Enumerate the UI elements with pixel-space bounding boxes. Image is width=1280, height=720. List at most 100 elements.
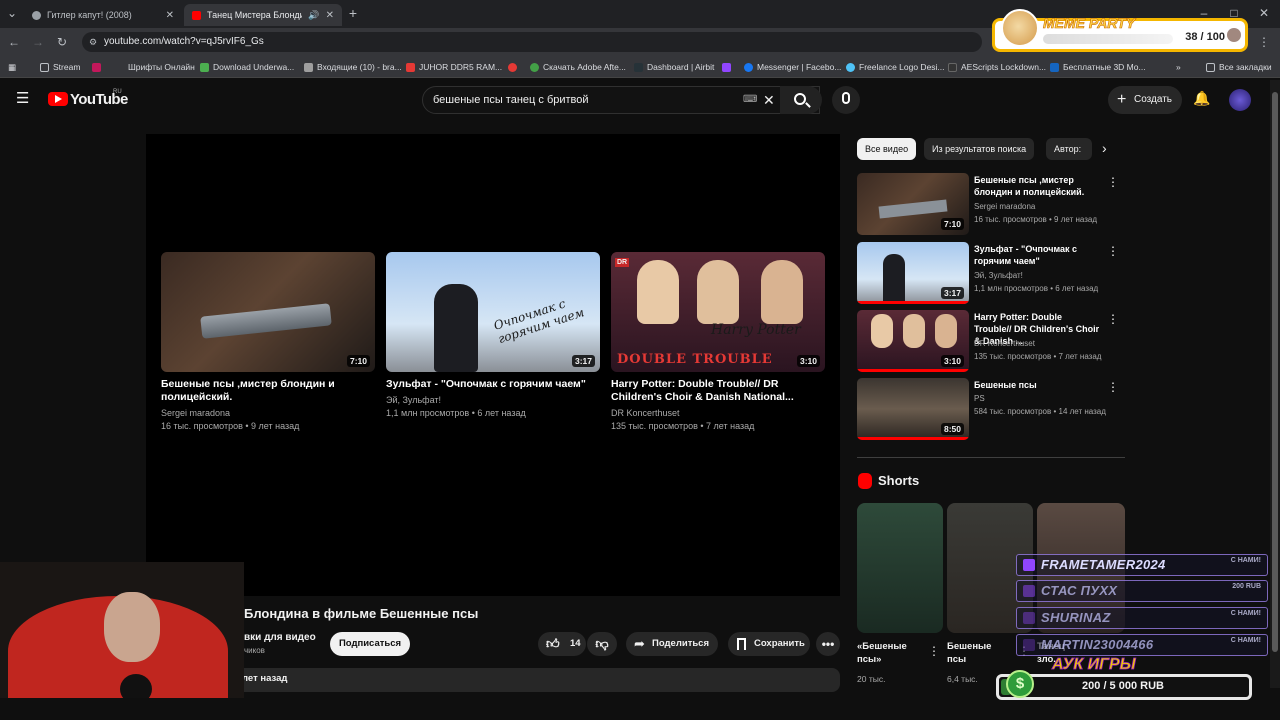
bookmark-item[interactable]: Бесплатные 3D Mo... <box>1050 60 1146 74</box>
video-thumbnail[interactable]: DR Harry Potter DOUBLE TROUBLE 3:10 <box>611 252 825 372</box>
short-title[interactable]: «Бешеные псы» <box>857 640 927 666</box>
channel-name[interactable]: PS <box>974 394 985 403</box>
back-icon[interactable]: ← <box>6 34 22 50</box>
menu-icon[interactable]: ☰ <box>16 91 32 106</box>
like-button[interactable]: 👍︎ 14 <box>538 632 586 656</box>
bookmarks-overflow-icon[interactable]: » <box>1176 60 1181 74</box>
notifications-bell-icon[interactable]: 🔔 <box>1193 90 1210 107</box>
more-actions-button[interactable]: ••• <box>816 632 840 656</box>
voice-search-button[interactable] <box>832 86 860 114</box>
endscreen-video-card[interactable]: Очпочмак с горячим чаем 3:17 Зульфат - "… <box>386 252 600 420</box>
money-bag-icon: $ <box>1006 670 1034 698</box>
close-icon[interactable]: ✕ <box>326 10 334 21</box>
bookmark-item[interactable]: AEScripts Lockdown... <box>948 60 1046 74</box>
bookmark-item[interactable]: Stream <box>40 60 80 74</box>
address-input[interactable]: ⚙ youtube.com/watch?v=qJ5rvIF6_Gs <box>82 32 982 52</box>
video-title[interactable]: Бешеные псы <box>974 379 1100 391</box>
tab-search-icon[interactable]: ⌄ <box>4 5 20 21</box>
meme-progress-bar <box>1043 34 1173 44</box>
channel-name[interactable]: Эй, Зульфат! <box>974 271 1023 280</box>
chevron-right-icon[interactable]: › <box>1102 140 1107 156</box>
close-icon[interactable]: ✕ <box>166 10 174 21</box>
video-thumbnail[interactable]: 7:10 <box>161 252 375 372</box>
chip-all-videos[interactable]: Все видео <box>857 138 917 160</box>
channel-name[interactable]: Sergei maradona <box>161 407 375 420</box>
video-title[interactable]: Harry Potter: Double Trouble// DR Childr… <box>611 378 825 404</box>
url-text: youtube.com/watch?v=qJ5rvIF6_Gs <box>104 36 264 47</box>
video-meta: 135 тыс. просмотров • 7 лет назад <box>974 352 1102 361</box>
subscribe-button[interactable]: Подписаться <box>330 632 410 656</box>
search-button[interactable] <box>780 86 822 114</box>
new-tab-icon[interactable]: + <box>345 5 361 21</box>
bookmark-item[interactable]: Шрифты Онлайн <box>128 60 195 74</box>
video-title[interactable]: Бешеные псы ,мистер блондин и полицейски… <box>974 174 1100 198</box>
endscreen-video-card[interactable]: DR Harry Potter DOUBLE TROUBLE 3:10 Harr… <box>611 252 825 433</box>
video-title[interactable]: Зульфат - "Очпочмак с горячим чаем" <box>386 378 600 391</box>
save-button[interactable]: Сохранить <box>728 632 810 656</box>
video-title[interactable]: Зульфат - "Очпочмак с горячим чаем" <box>974 243 1100 267</box>
channel-name[interactable]: вки для видео <box>244 632 316 643</box>
more-vert-icon[interactable]: ⋮ <box>1107 380 1119 394</box>
chip-author[interactable]: Автор: <box>1046 138 1092 160</box>
bookmark-item[interactable]: Скачать Adobe Afte... <box>530 60 626 74</box>
video-duration: 8:50 <box>940 423 964 435</box>
channel-name[interactable]: Эй, Зульфат! <box>386 394 600 407</box>
reload-icon[interactable]: ↻ <box>54 34 70 50</box>
bookmark-item[interactable]: Dashboard | Airbit <box>634 60 714 74</box>
endscreen-video-card[interactable]: 7:10 Бешеные псы ,мистер блондин и полиц… <box>161 252 375 433</box>
video-player[interactable]: 7:10 Бешеные псы ,мистер блондин и полиц… <box>146 134 840 596</box>
site-info-icon[interactable]: ⚙ <box>89 32 97 52</box>
more-vert-icon[interactable]: ⋮ <box>1107 312 1119 326</box>
more-vert-icon[interactable]: ⋮ <box>1107 244 1119 258</box>
more-vert-icon[interactable]: ⋮ <box>1107 175 1119 189</box>
bookmark-item[interactable]: Messenger | Facebo... <box>744 60 841 74</box>
share-button[interactable]: ➦ Поделиться <box>626 632 718 656</box>
channel-name[interactable]: DR Koncerthuset <box>611 407 825 420</box>
youtube-logo-icon[interactable] <box>48 92 68 106</box>
bookmark-item[interactable]: Входящие (10) - bra... <box>304 60 402 74</box>
scrollbar-thumb[interactable] <box>1272 92 1278 652</box>
browser-tab-active[interactable]: Танец Мистера Блондина 🔊 ✕ <box>184 4 342 26</box>
bookmark-item[interactable]: Freelance Logo Desi... <box>846 60 945 74</box>
short-thumbnail[interactable] <box>857 503 943 633</box>
scrollbar[interactable] <box>1270 80 1280 688</box>
dislike-button[interactable]: 👎︎ <box>587 632 617 656</box>
keyboard-icon[interactable]: ⌨ <box>743 87 757 113</box>
auction-progress-text: 200 / 5 000 RUB <box>1082 680 1164 692</box>
video-thumbnail[interactable]: 3:17 <box>857 242 969 304</box>
search-input[interactable]: бешеные псы танец с бритвой ⌨ ✕ <box>422 86 820 114</box>
create-button[interactable]: + Создать <box>1108 86 1182 114</box>
window-close-icon[interactable]: ✕ <box>1256 5 1272 21</box>
video-title[interactable]: Бешеные псы ,мистер блондин и полицейски… <box>161 378 375 404</box>
description-box[interactable]: лет назад <box>146 668 840 692</box>
video-thumbnail[interactable]: 7:10 <box>857 173 969 235</box>
channel-name[interactable]: DR Koncerthuset <box>974 339 1035 348</box>
bookmark-item[interactable]: Download Underwa... <box>200 60 294 74</box>
related-video[interactable]: 8:50 Бешеные псы PS 584 тыс. просмотров … <box>857 378 1127 440</box>
apps-icon[interactable]: ▦ <box>8 60 16 74</box>
chip-from-search[interactable]: Из результатов поиска <box>924 138 1035 160</box>
short-title[interactable]: Бешеные псы <box>947 640 1007 666</box>
forward-icon[interactable]: → <box>30 34 46 50</box>
bookmark-item[interactable] <box>92 60 101 74</box>
bookmark-favicon-icon <box>634 62 643 72</box>
related-video[interactable]: 3:10 Harry Potter: Double Trouble// DR C… <box>857 310 1127 372</box>
bookmark-item[interactable] <box>508 60 517 74</box>
bookmark-item[interactable]: JUHOR DDR5 RAM... <box>406 60 502 74</box>
browser-tab[interactable]: Гитлер капут! (2008) ✕ <box>24 4 182 26</box>
more-vert-icon[interactable]: ⋮ <box>928 644 940 658</box>
watch-progress <box>857 301 969 304</box>
region-code: RU <box>113 89 122 95</box>
related-video[interactable]: 7:10 Бешеные псы ,мистер блондин и полиц… <box>857 173 1127 235</box>
video-thumbnail[interactable]: Очпочмак с горячим чаем 3:17 <box>386 252 600 372</box>
video-thumbnail[interactable]: 3:10 <box>857 310 969 372</box>
browser-menu-icon[interactable]: ⋮ <box>1256 34 1272 50</box>
related-video[interactable]: 3:17 Зульфат - "Очпочмак с горячим чаем"… <box>857 242 1127 304</box>
channel-name[interactable]: Sergei maradona <box>974 202 1035 211</box>
speaker-icon[interactable]: 🔊 <box>308 10 319 21</box>
bookmark-item[interactable] <box>722 60 731 74</box>
all-bookmarks[interactable]: Все закладки <box>1206 60 1272 74</box>
avatar[interactable] <box>1229 89 1251 111</box>
clear-search-icon[interactable]: ✕ <box>763 87 775 113</box>
video-thumbnail[interactable]: 8:50 <box>857 378 969 440</box>
